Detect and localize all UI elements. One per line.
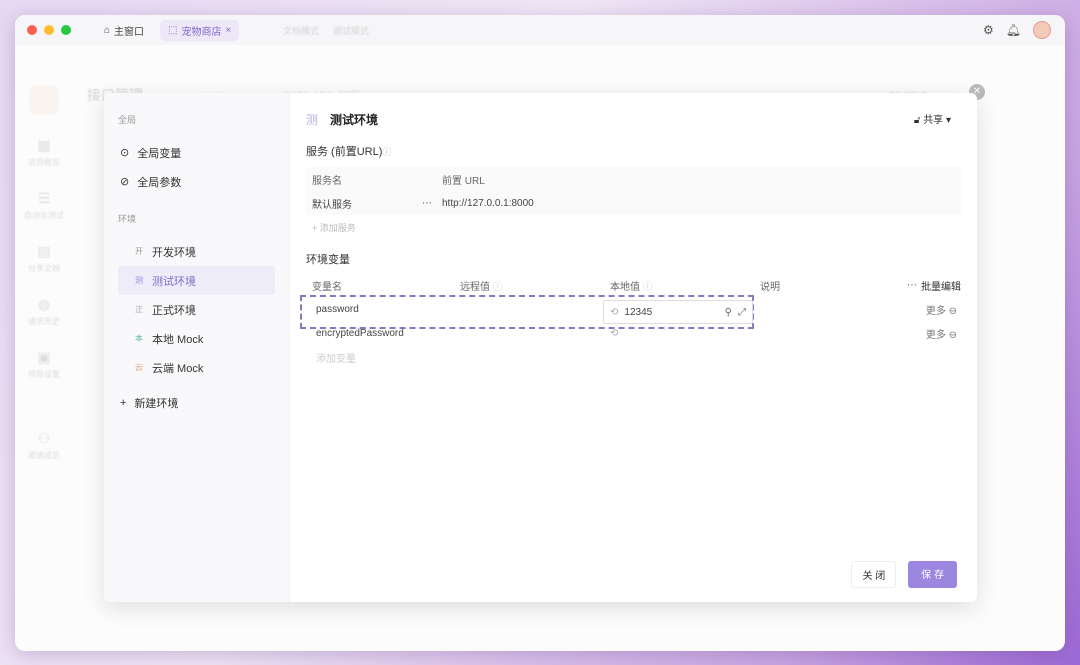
expand-icon[interactable]: ⤢ <box>738 307 746 318</box>
param-icon: ⊘ <box>120 175 129 188</box>
tab-main-window[interactable]: ⌂主窗口 <box>96 20 152 41</box>
close-button[interactable]: 关 闭 <box>851 561 896 588</box>
environment-dialog: 全局 ⊙全局变量 ⊘全局参数 环境 开开发环境 测测试环境 正正式环境 本本地 … <box>104 93 977 602</box>
share-dropdown[interactable]: 🔓︎ 共享 ▾ <box>914 111 951 126</box>
table-row: encryptedPassword ⟲ 更多 ⊖ <box>306 321 961 345</box>
env-badge: 本 <box>134 333 144 344</box>
global-params-item[interactable]: ⊘全局参数 <box>118 167 275 196</box>
env-badge: 测 <box>306 111 318 128</box>
encrypt-icon: ⟲ <box>610 328 618 339</box>
maximize-window-button[interactable] <box>61 25 71 35</box>
save-button[interactable]: 保 存 <box>908 561 957 588</box>
env-badge: 测 <box>134 275 144 286</box>
services-table: 服务名前置 URL 默认服务⋯http://127.0.0.1:8000 <box>306 167 961 215</box>
env-detail: 测测试环境 🔓︎ 共享 ▾ 服务 (前置URL)ⓘ 服务名前置 URL 默认服务… <box>290 93 977 602</box>
doc-mode-button[interactable]: 文档模式 <box>283 24 319 37</box>
env-badge: 正 <box>134 304 144 315</box>
service-name-cell[interactable]: 默认服务 <box>312 196 422 211</box>
tab-pet-store[interactable]: ⬚宠物商店× <box>160 20 239 41</box>
col-remote: 远程值 <box>460 282 490 293</box>
section-env: 环境 <box>118 212 275 225</box>
env-item-cloud-mock[interactable]: 云云端 Mock <box>118 353 275 382</box>
plus-icon: + <box>120 397 126 409</box>
encrypt-icon: ⟲ <box>610 307 618 318</box>
title-bar: ⌂主窗口 ⬚宠物商店× ⚙ 🔔︎ <box>15 15 1065 45</box>
close-window-button[interactable] <box>27 25 37 35</box>
app-window: ⌂主窗口 ⬚宠物商店× ⚙🔔︎ ▦项目概览 ☰自动化测试 ▤分享文档 ◍请求历史… <box>15 15 1065 651</box>
env-item-prod[interactable]: 正正式环境 <box>118 295 275 324</box>
service-url-cell[interactable]: http://127.0.0.1:8000 <box>442 198 534 209</box>
section-global: 全局 <box>118 113 275 126</box>
col-desc: 说明 <box>760 278 907 293</box>
col-service-name: 服务名 <box>312 172 442 187</box>
chevron-down-icon: ▾ <box>946 115 951 126</box>
more-icon[interactable]: ⋯ <box>907 280 917 291</box>
env-item-test[interactable]: 测测试环境 <box>118 266 275 295</box>
add-service-button[interactable]: + 添加服务 <box>306 215 961 239</box>
env-badge: 云 <box>134 362 144 373</box>
table-row: 默认服务⋯http://127.0.0.1:8000 <box>306 191 961 215</box>
env-title[interactable]: 测试环境 <box>330 111 378 128</box>
variable-icon: ⊙ <box>120 146 129 159</box>
footer: 文档模式 调试模式 <box>283 24 369 37</box>
more-button[interactable]: 更多 ⊖ <box>926 302 957 317</box>
table-row: password ⟲12345⚲⤢ 更多 ⊖ <box>306 297 961 321</box>
env-item-local-mock[interactable]: 本本地 Mock <box>118 324 275 353</box>
env-badge: 开 <box>134 246 144 257</box>
col-local: 本地值 <box>610 282 640 293</box>
more-button[interactable]: 更多 ⊖ <box>926 326 957 341</box>
help-icon: ⓘ <box>490 282 503 293</box>
minimize-window-button[interactable] <box>44 25 54 35</box>
home-icon: ⌂ <box>104 25 110 36</box>
env-item-dev[interactable]: 开开发环境 <box>118 237 275 266</box>
env-sidebar: 全局 ⊙全局变量 ⊘全局参数 环境 开开发环境 测测试环境 正正式环境 本本地 … <box>104 93 290 602</box>
add-variable-input[interactable]: 添加变量 <box>306 345 961 369</box>
debug-mode-button[interactable]: 调试模式 <box>333 24 369 37</box>
gear-icon[interactable]: ⚙ <box>983 23 994 37</box>
var-name-cell[interactable]: encryptedPassword <box>316 328 404 339</box>
new-env-button[interactable]: +新建环境 <box>118 388 275 417</box>
global-variables-item[interactable]: ⊙全局变量 <box>118 138 275 167</box>
help-icon: ⓘ <box>640 282 653 293</box>
col-base-url: 前置 URL <box>442 172 485 187</box>
more-icon[interactable]: ⋯ <box>422 198 442 209</box>
lock-icon: 🔓︎ <box>914 115 920 126</box>
services-label: 服务 (前置URL) <box>306 146 382 158</box>
avatar[interactable] <box>1033 21 1051 39</box>
minus-circle-icon[interactable]: ⊖ <box>949 306 957 317</box>
close-tab-icon[interactable]: × <box>226 25 232 36</box>
key-icon[interactable]: ⚲ <box>725 307 732 318</box>
minus-circle-icon[interactable]: ⊖ <box>949 330 957 341</box>
bell-icon[interactable]: 🔔︎ <box>1006 23 1021 37</box>
help-icon: ⓘ <box>382 147 391 157</box>
bulk-edit-button[interactable]: 批量编辑 <box>921 278 961 293</box>
col-var-name: 变量名 <box>312 278 460 293</box>
env-vars-label: 环境变量 <box>306 251 961 267</box>
project-icon: ⬚ <box>168 25 177 36</box>
